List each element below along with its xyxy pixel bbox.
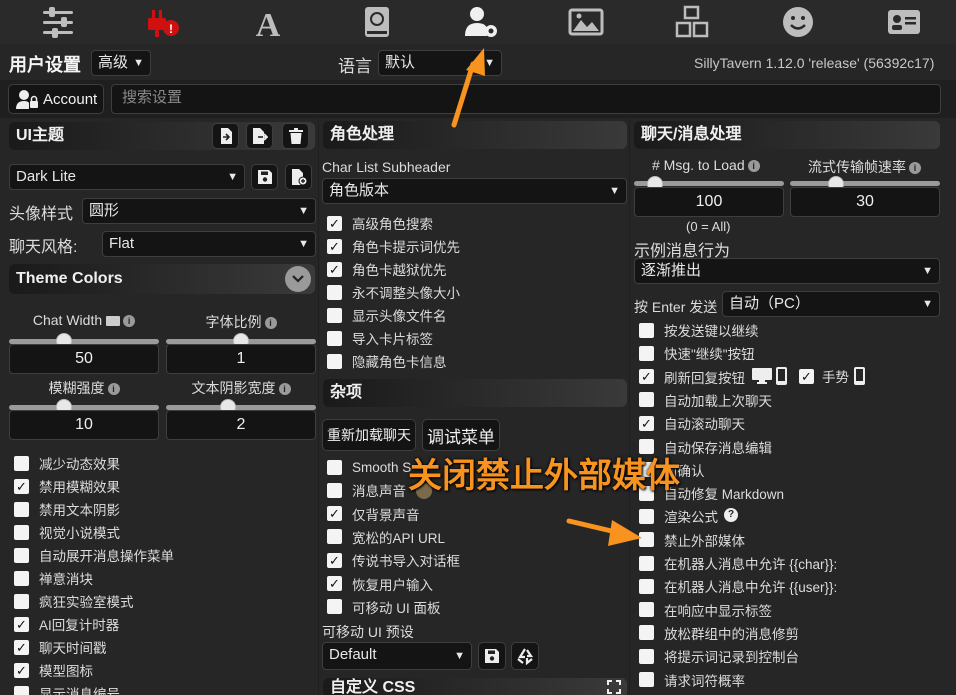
annotation-arrows <box>451 48 642 546</box>
annotation-text: 关闭禁止外部媒体 <box>408 457 680 495</box>
